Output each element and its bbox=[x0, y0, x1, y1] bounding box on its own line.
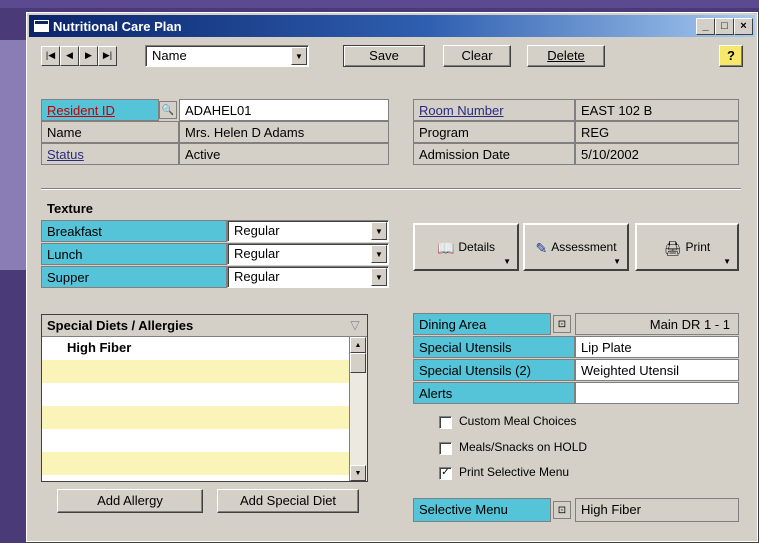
breakfast-value: Regular bbox=[234, 223, 280, 238]
last-record-button[interactable]: ▶| bbox=[98, 46, 117, 66]
filter-icon[interactable]: ▽ bbox=[347, 317, 363, 333]
resident-id-label[interactable]: Resident ID bbox=[41, 99, 159, 121]
clear-button[interactable]: Clear bbox=[443, 45, 511, 67]
print-selective-menu-checkbox[interactable]: ✓ bbox=[439, 467, 452, 480]
list-item[interactable] bbox=[42, 406, 350, 429]
lunch-select[interactable]: Regular ▼ bbox=[227, 243, 389, 265]
chevron-down-icon[interactable]: ▼ bbox=[371, 268, 387, 286]
chevron-down-icon[interactable]: ▼ bbox=[371, 245, 387, 263]
help-button[interactable]: ? bbox=[719, 45, 743, 67]
save-button[interactable]: Save bbox=[343, 45, 425, 67]
name-label: Name bbox=[41, 121, 179, 143]
selective-menu-value: High Fiber bbox=[575, 498, 739, 522]
name-value: Mrs. Helen D Adams bbox=[179, 121, 389, 143]
lookup-icon[interactable]: ⊡ bbox=[553, 501, 571, 519]
status-value: Active bbox=[179, 143, 389, 165]
diets-scrollbar[interactable]: ▲ ▼ bbox=[349, 337, 367, 481]
maximize-button[interactable]: □ bbox=[715, 18, 734, 35]
printer-icon: 🖨 bbox=[663, 239, 682, 256]
prev-record-button[interactable]: ◀ bbox=[60, 46, 79, 66]
care-plan-window: Nutritional Care Plan _ □ × |◀ ◀ ▶ ▶| Na… bbox=[26, 12, 758, 542]
list-item[interactable]: High Fiber bbox=[42, 337, 350, 360]
texture-title: Texture bbox=[47, 201, 93, 216]
first-record-button[interactable]: |◀ bbox=[41, 46, 60, 66]
lunch-value: Regular bbox=[234, 246, 280, 261]
delete-button[interactable]: Delete bbox=[527, 45, 605, 67]
dropdown-caret-icon: ▼ bbox=[503, 257, 511, 266]
next-record-button[interactable]: ▶ bbox=[79, 46, 98, 66]
special-utensils-2-field[interactable]: Weighted Utensil bbox=[575, 359, 739, 381]
details-button[interactable]: 📖 Details ▼ bbox=[413, 223, 519, 271]
list-item[interactable] bbox=[42, 429, 350, 452]
program-value: REG bbox=[575, 121, 739, 143]
supper-select[interactable]: Regular ▼ bbox=[227, 266, 389, 288]
window-title: Nutritional Care Plan bbox=[53, 19, 182, 34]
special-utensils-field[interactable]: Lip Plate bbox=[575, 336, 739, 358]
special-diets-header: Special Diets / Allergies bbox=[42, 315, 367, 337]
save-label: Save bbox=[369, 48, 399, 63]
dining-area-label: Dining Area bbox=[413, 313, 551, 335]
add-allergy-button[interactable]: Add Allergy bbox=[57, 489, 203, 513]
desktop-background bbox=[0, 0, 759, 8]
alerts-field[interactable] bbox=[575, 382, 739, 404]
breakfast-select[interactable]: Regular ▼ bbox=[227, 220, 389, 242]
assessment-label: Assessment bbox=[551, 240, 617, 254]
special-diets-grid: Special Diets / Allergies High Fiber ▲ ▼ bbox=[41, 314, 368, 482]
lookup-icon[interactable]: ⊡ bbox=[553, 315, 571, 333]
print-label: Print bbox=[685, 240, 711, 254]
selective-menu-label: Selective Menu bbox=[413, 498, 551, 522]
resident-id-field[interactable]: ADAHEL01 bbox=[179, 99, 389, 121]
list-item[interactable] bbox=[42, 360, 350, 383]
list-item[interactable] bbox=[42, 383, 350, 406]
admission-date-value: 5/10/2002 bbox=[575, 143, 739, 165]
sort-field-select[interactable]: Name ▼ bbox=[145, 45, 309, 67]
sort-field-value: Name bbox=[152, 48, 187, 63]
custom-meal-choices-checkbox[interactable] bbox=[439, 416, 452, 429]
app-icon bbox=[33, 19, 50, 33]
special-utensils-label: Special Utensils bbox=[413, 336, 575, 358]
title-bar[interactable]: Nutritional Care Plan _ □ × bbox=[29, 15, 755, 37]
supper-value: Regular bbox=[234, 269, 280, 284]
close-button[interactable]: × bbox=[734, 18, 753, 35]
meals-on-hold-checkbox[interactable] bbox=[439, 442, 452, 455]
list-item[interactable] bbox=[42, 452, 350, 475]
alerts-label: Alerts bbox=[413, 382, 575, 404]
chevron-down-icon[interactable]: ▼ bbox=[291, 47, 307, 65]
dropdown-caret-icon: ▼ bbox=[723, 257, 731, 266]
scroll-down-icon[interactable]: ▼ bbox=[350, 465, 366, 481]
book-icon: 📖 bbox=[436, 239, 455, 256]
dropdown-caret-icon: ▼ bbox=[613, 257, 621, 266]
meals-on-hold-label: Meals/Snacks on HOLD bbox=[459, 440, 588, 454]
program-label: Program bbox=[413, 121, 575, 143]
pen-icon: ✎ bbox=[535, 239, 548, 256]
lunch-label: Lunch bbox=[41, 243, 227, 265]
add-special-diet-button[interactable]: Add Special Diet bbox=[217, 489, 359, 513]
details-label: Details bbox=[458, 240, 496, 254]
dining-area-value: Main DR 1 - 1 bbox=[575, 313, 739, 335]
minimize-button[interactable]: _ bbox=[696, 18, 715, 35]
room-number-label[interactable]: Room Number bbox=[413, 99, 575, 121]
chevron-down-icon[interactable]: ▼ bbox=[371, 222, 387, 240]
supper-label: Supper bbox=[41, 266, 227, 288]
admission-date-label: Admission Date bbox=[413, 143, 575, 165]
section-divider bbox=[41, 188, 741, 190]
scroll-up-icon[interactable]: ▲ bbox=[350, 337, 366, 353]
assessment-button[interactable]: ✎ Assessment ▼ bbox=[523, 223, 629, 271]
custom-meal-choices-label: Custom Meal Choices bbox=[459, 414, 577, 428]
print-selective-menu-label: Print Selective Menu bbox=[459, 465, 570, 479]
search-icon[interactable]: 🔍 bbox=[159, 101, 177, 119]
status-label[interactable]: Status bbox=[41, 143, 179, 165]
print-button[interactable]: 🖨 Print ▼ bbox=[635, 223, 739, 271]
room-number-value: EAST 102 B bbox=[575, 99, 739, 121]
scroll-thumb[interactable] bbox=[350, 353, 366, 373]
breakfast-label: Breakfast bbox=[41, 220, 227, 242]
special-utensils-2-label: Special Utensils (2) bbox=[413, 359, 575, 381]
